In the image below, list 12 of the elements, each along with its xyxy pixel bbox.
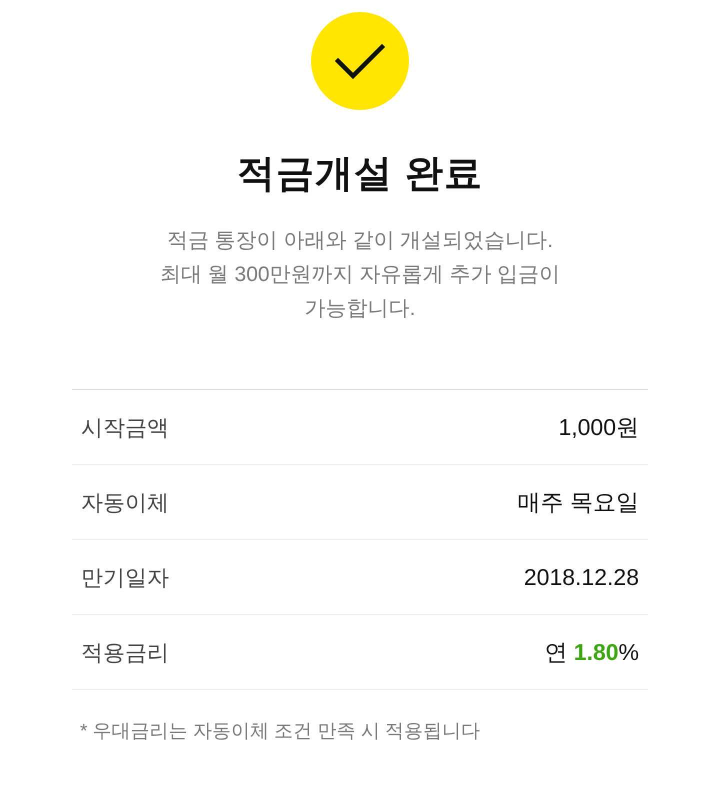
detail-value: 1,000원 (558, 412, 639, 442)
detail-value: 2018.12.28 (524, 562, 639, 592)
check-circle-icon (311, 12, 409, 110)
detail-label: 적용금리 (81, 638, 169, 666)
detail-label: 자동이체 (81, 488, 169, 516)
description-text: 적금 통장이 아래와 같이 개설되었습니다. 최대 월 300만원까지 자유롭게 추가 입금이 가능합니다. (160, 228, 560, 322)
page-title: 적금개설 완료 (237, 152, 483, 197)
detail-value: 매주 목요일 (518, 488, 639, 517)
footnote-text: * 우대금리는 자동이체 조건 만족 시 적용됩니다 (80, 720, 480, 744)
detail-label: 만기일자 (81, 564, 169, 592)
detail-label: 시작금액 (81, 414, 169, 442)
detail-value: 연 1.80% (544, 638, 639, 667)
